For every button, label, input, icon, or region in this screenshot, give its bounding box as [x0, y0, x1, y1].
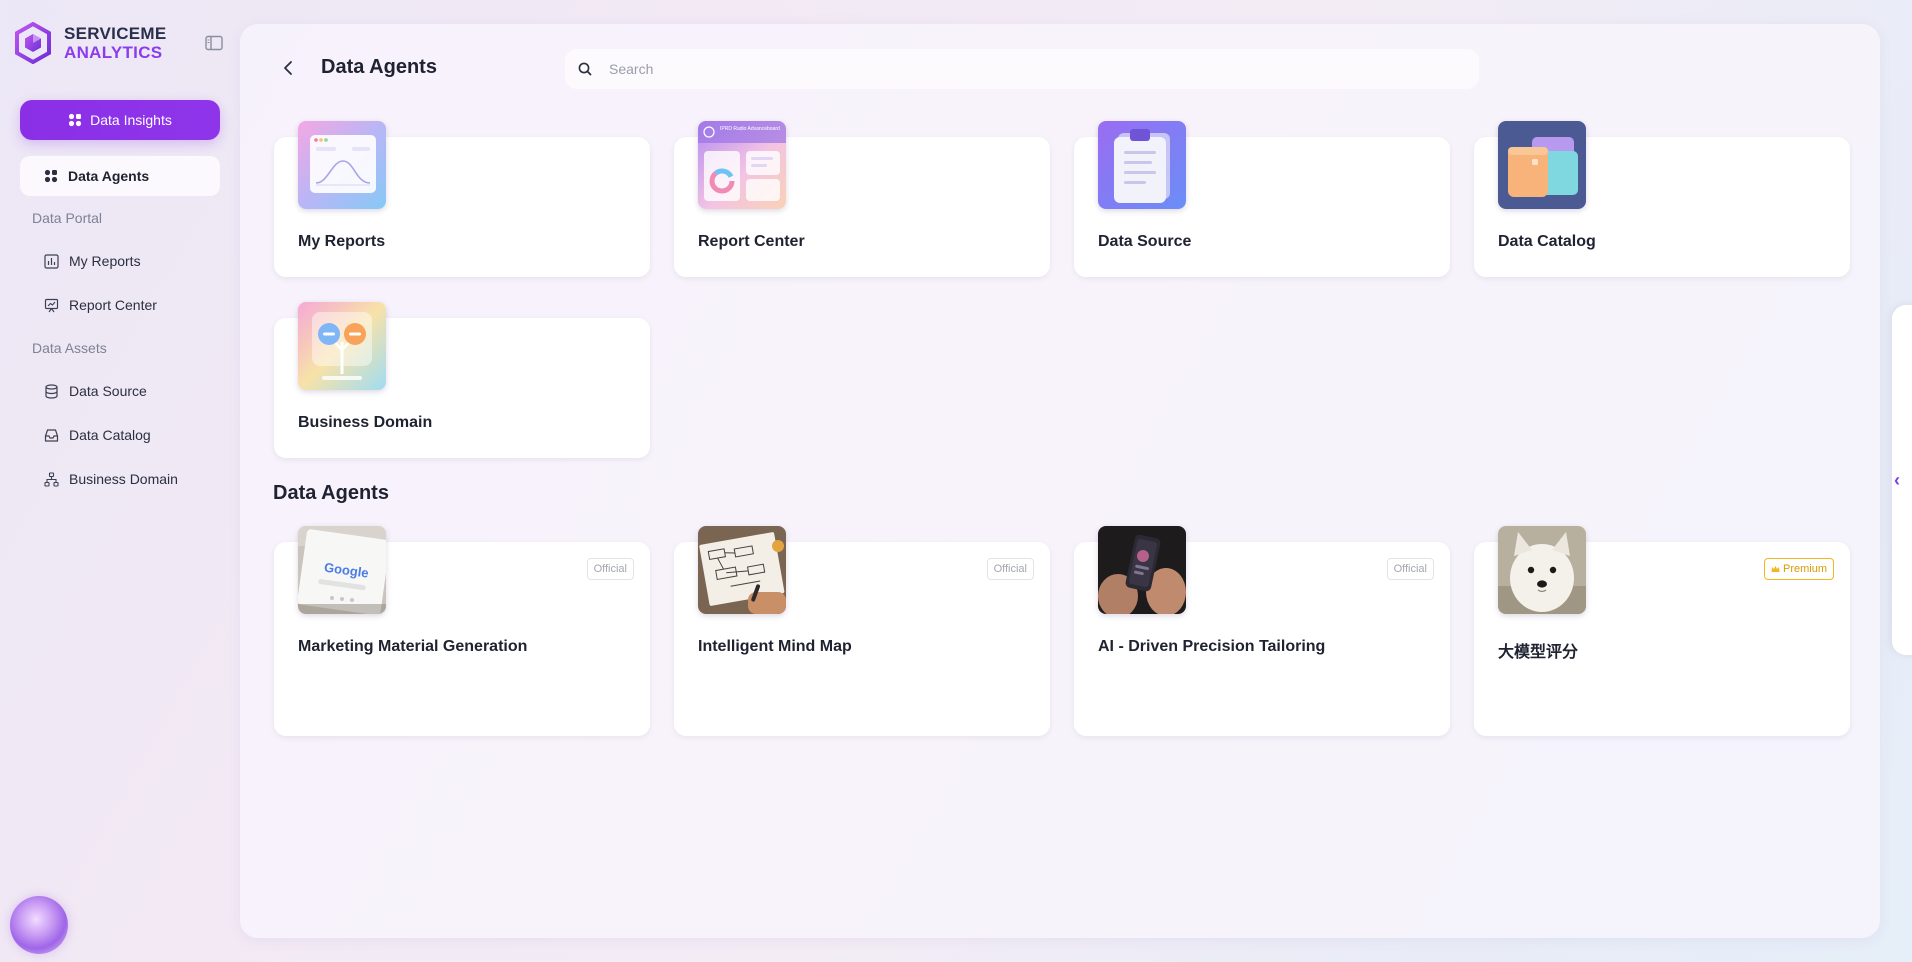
sidebar-item-label: My Reports: [69, 253, 141, 269]
sidebar-toggle-icon[interactable]: [205, 35, 223, 51]
sidebar-item-label: Data Catalog: [69, 427, 151, 443]
section-data-portal: Data Portal: [32, 210, 103, 226]
card-title: AI - Driven Precision Tailoring: [1098, 638, 1326, 655]
card-title: Data Catalog: [1498, 233, 1596, 250]
card-title: 大模型评分: [1498, 644, 1579, 661]
agents-section-title: Data Agents: [273, 482, 389, 504]
sidebar-item-report-center[interactable]: Report Center: [44, 293, 157, 317]
module-card-data-source[interactable]: Data Source: [1074, 121, 1450, 277]
database-icon: [45, 383, 58, 399]
brand[interactable]: SERVICEME ANALYTICS: [14, 22, 167, 64]
data-insights-button[interactable]: Data Insights: [20, 100, 220, 140]
module-card-data-catalog[interactable]: Data Catalog: [1474, 121, 1850, 277]
official-badge: Official: [1386, 558, 1434, 580]
grid-icon: [44, 169, 58, 183]
crown-icon: [1771, 565, 1780, 572]
brand-name-line1: SERVICEME: [64, 24, 167, 43]
mind-map-image-icon: [698, 526, 786, 614]
premium-badge: Premium: [1763, 558, 1834, 580]
grid-icon: [69, 113, 82, 127]
domain-thumbnail-icon: [298, 302, 386, 390]
agent-card-intelligent-mind-map[interactable]: Official Intelligent Mind Map: [674, 526, 1050, 736]
module-card-report-center[interactable]: IPRD Radio Advanceboard Report Center: [674, 121, 1050, 277]
official-badge: Official: [986, 558, 1034, 580]
module-card-business-domain[interactable]: Business Domain: [274, 302, 650, 458]
module-card-my-reports[interactable]: My Reports: [274, 121, 650, 277]
card-title: Marketing Material Generation: [298, 638, 528, 655]
sidebar-item-label: Business Domain: [69, 471, 178, 487]
sidebar-item-data-catalog[interactable]: Data Catalog: [44, 423, 151, 447]
data-insights-label: Data Insights: [90, 112, 172, 128]
sidebar-item-label: Data Source: [69, 383, 147, 399]
chevron-left-icon[interactable]: ‹: [1894, 470, 1900, 491]
chart-icon: [44, 253, 59, 269]
sidebar-item-data-agents[interactable]: Data Agents: [20, 156, 220, 196]
sidebar-item-my-reports[interactable]: My Reports: [44, 249, 141, 273]
search-icon: [578, 62, 592, 76]
clipboard-thumbnail-icon: [1098, 121, 1186, 209]
white-dog-image-icon: [1498, 526, 1586, 614]
section-data-assets: Data Assets: [32, 340, 107, 356]
search-bar[interactable]: [565, 49, 1479, 89]
folder-thumbnail-icon: [1498, 121, 1586, 209]
agent-card-llm-scoring[interactable]: Premium 大模型评分: [1474, 526, 1850, 736]
presentation-icon: [44, 298, 59, 312]
agent-card-ai-precision-tailoring[interactable]: Official AI - Driven Precision Tailoring: [1074, 526, 1450, 736]
hierarchy-icon: [44, 471, 59, 487]
back-arrow-icon[interactable]: [278, 58, 298, 78]
card-title: Business Domain: [298, 414, 433, 431]
page-title: Data Agents: [321, 56, 437, 78]
brand-logo-icon: [15, 22, 51, 64]
report-center-thumb-text: IPRD Radio Advanceboard: [720, 126, 780, 132]
sidebar-item-data-source[interactable]: Data Source: [44, 379, 147, 403]
brand-name-line2: ANALYTICS: [64, 43, 163, 62]
premium-badge-label: Premium: [1782, 563, 1827, 575]
search-input[interactable]: [609, 61, 1459, 77]
sidebar-item-business-domain[interactable]: Business Domain: [44, 467, 178, 491]
report-center-thumbnail-icon: IPRD Radio Advanceboard: [698, 121, 786, 209]
sidebar-item-label: Report Center: [69, 297, 157, 313]
sidebar-item-label: Data Agents: [68, 168, 150, 184]
assistant-orb-button[interactable]: [10, 896, 68, 954]
official-badge: Official: [586, 558, 634, 580]
sidebar: SERVICEME ANALYTICS Data Insights Data A…: [0, 0, 240, 962]
card-title: My Reports: [298, 233, 386, 250]
card-title: Data Source: [1098, 233, 1192, 250]
google-tablet-image-icon: Google: [298, 526, 386, 614]
phone-hands-image-icon: [1098, 526, 1186, 614]
agent-card-marketing-material[interactable]: Google Official Marketing Material Gener…: [274, 526, 650, 736]
card-title: Report Center: [698, 233, 805, 250]
reports-thumbnail-icon: [298, 121, 386, 209]
card-title: Intelligent Mind Map: [698, 638, 852, 655]
main-panel: Data Agents My Reports: [240, 24, 1880, 938]
inbox-icon: [44, 428, 59, 442]
